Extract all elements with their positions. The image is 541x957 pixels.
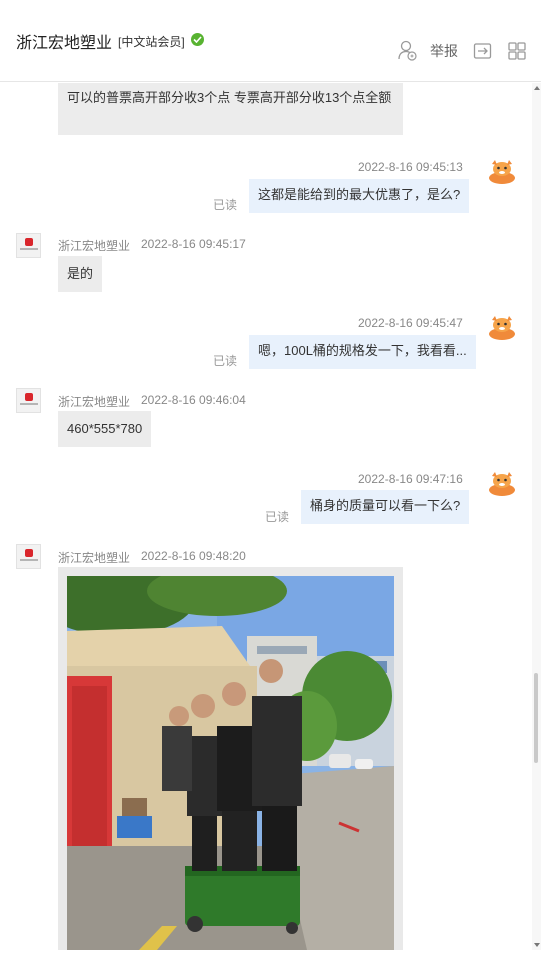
user-avatar[interactable] xyxy=(487,156,517,186)
scrollbar-thumb[interactable] xyxy=(534,673,538,763)
shop-avatar[interactable] xyxy=(16,388,41,413)
message-time: 2022-8-16 09:47:16 xyxy=(358,472,463,486)
report-button[interactable]: 举报 xyxy=(430,40,458,62)
scroll-up-arrow-icon[interactable] xyxy=(534,86,540,90)
exit-icon[interactable] xyxy=(473,40,493,62)
scroll-down-arrow-icon[interactable] xyxy=(534,943,540,947)
message-bubble[interactable]: 这都是能给到的最大优惠了，是么? xyxy=(249,179,470,213)
chat-header: 浙江宏地塑业 [中文站会员] 举报 xyxy=(0,0,541,82)
message-time: 2022-8-16 09:46:04 xyxy=(141,393,246,407)
message-bubble[interactable]: 嗯，100L桶的规格发一下，我看看... xyxy=(249,335,476,369)
read-status: 已读 xyxy=(265,510,290,524)
scrollbar[interactable] xyxy=(532,83,541,950)
verified-icon xyxy=(191,33,204,46)
shop-avatar[interactable] xyxy=(16,544,41,569)
product-photo[interactable] xyxy=(67,576,394,950)
message-bubble[interactable]: 可以的普票高开部分收3个点 专票高开部分收13个点全额 xyxy=(58,83,403,135)
message-time: 2022-8-16 09:48:20 xyxy=(141,549,246,563)
shop-avatar[interactable] xyxy=(16,233,41,258)
message-time: 2022-8-16 09:45:17 xyxy=(141,237,246,251)
shop-name[interactable]: 浙江宏地塑业 xyxy=(16,29,112,53)
message-time: 2022-8-16 09:45:47 xyxy=(358,316,463,330)
message-time: 2022-8-16 09:45:13 xyxy=(358,160,463,174)
add-contact-icon[interactable] xyxy=(397,40,417,62)
message-list[interactable]: 可以的普票高开部分收3个点 专票高开部分收13个点全额 2022-8-16 09… xyxy=(0,83,532,950)
message-bubble[interactable]: 460*555*780 xyxy=(58,411,152,447)
grid-menu-icon[interactable] xyxy=(508,40,526,62)
user-avatar[interactable] xyxy=(487,312,517,342)
sender-name: 浙江宏地塑业 xyxy=(58,551,131,565)
message-bubble[interactable]: 桶身的质量可以看一下么? xyxy=(301,490,470,524)
sender-name: 浙江宏地塑业 xyxy=(58,239,131,253)
message-bubble[interactable]: 是的 xyxy=(58,256,103,292)
member-badge: [中文站会员] xyxy=(118,35,185,49)
read-status: 已读 xyxy=(213,354,238,368)
sender-name: 浙江宏地塑业 xyxy=(58,395,131,409)
user-avatar[interactable] xyxy=(487,468,517,498)
read-status: 已读 xyxy=(213,198,238,212)
